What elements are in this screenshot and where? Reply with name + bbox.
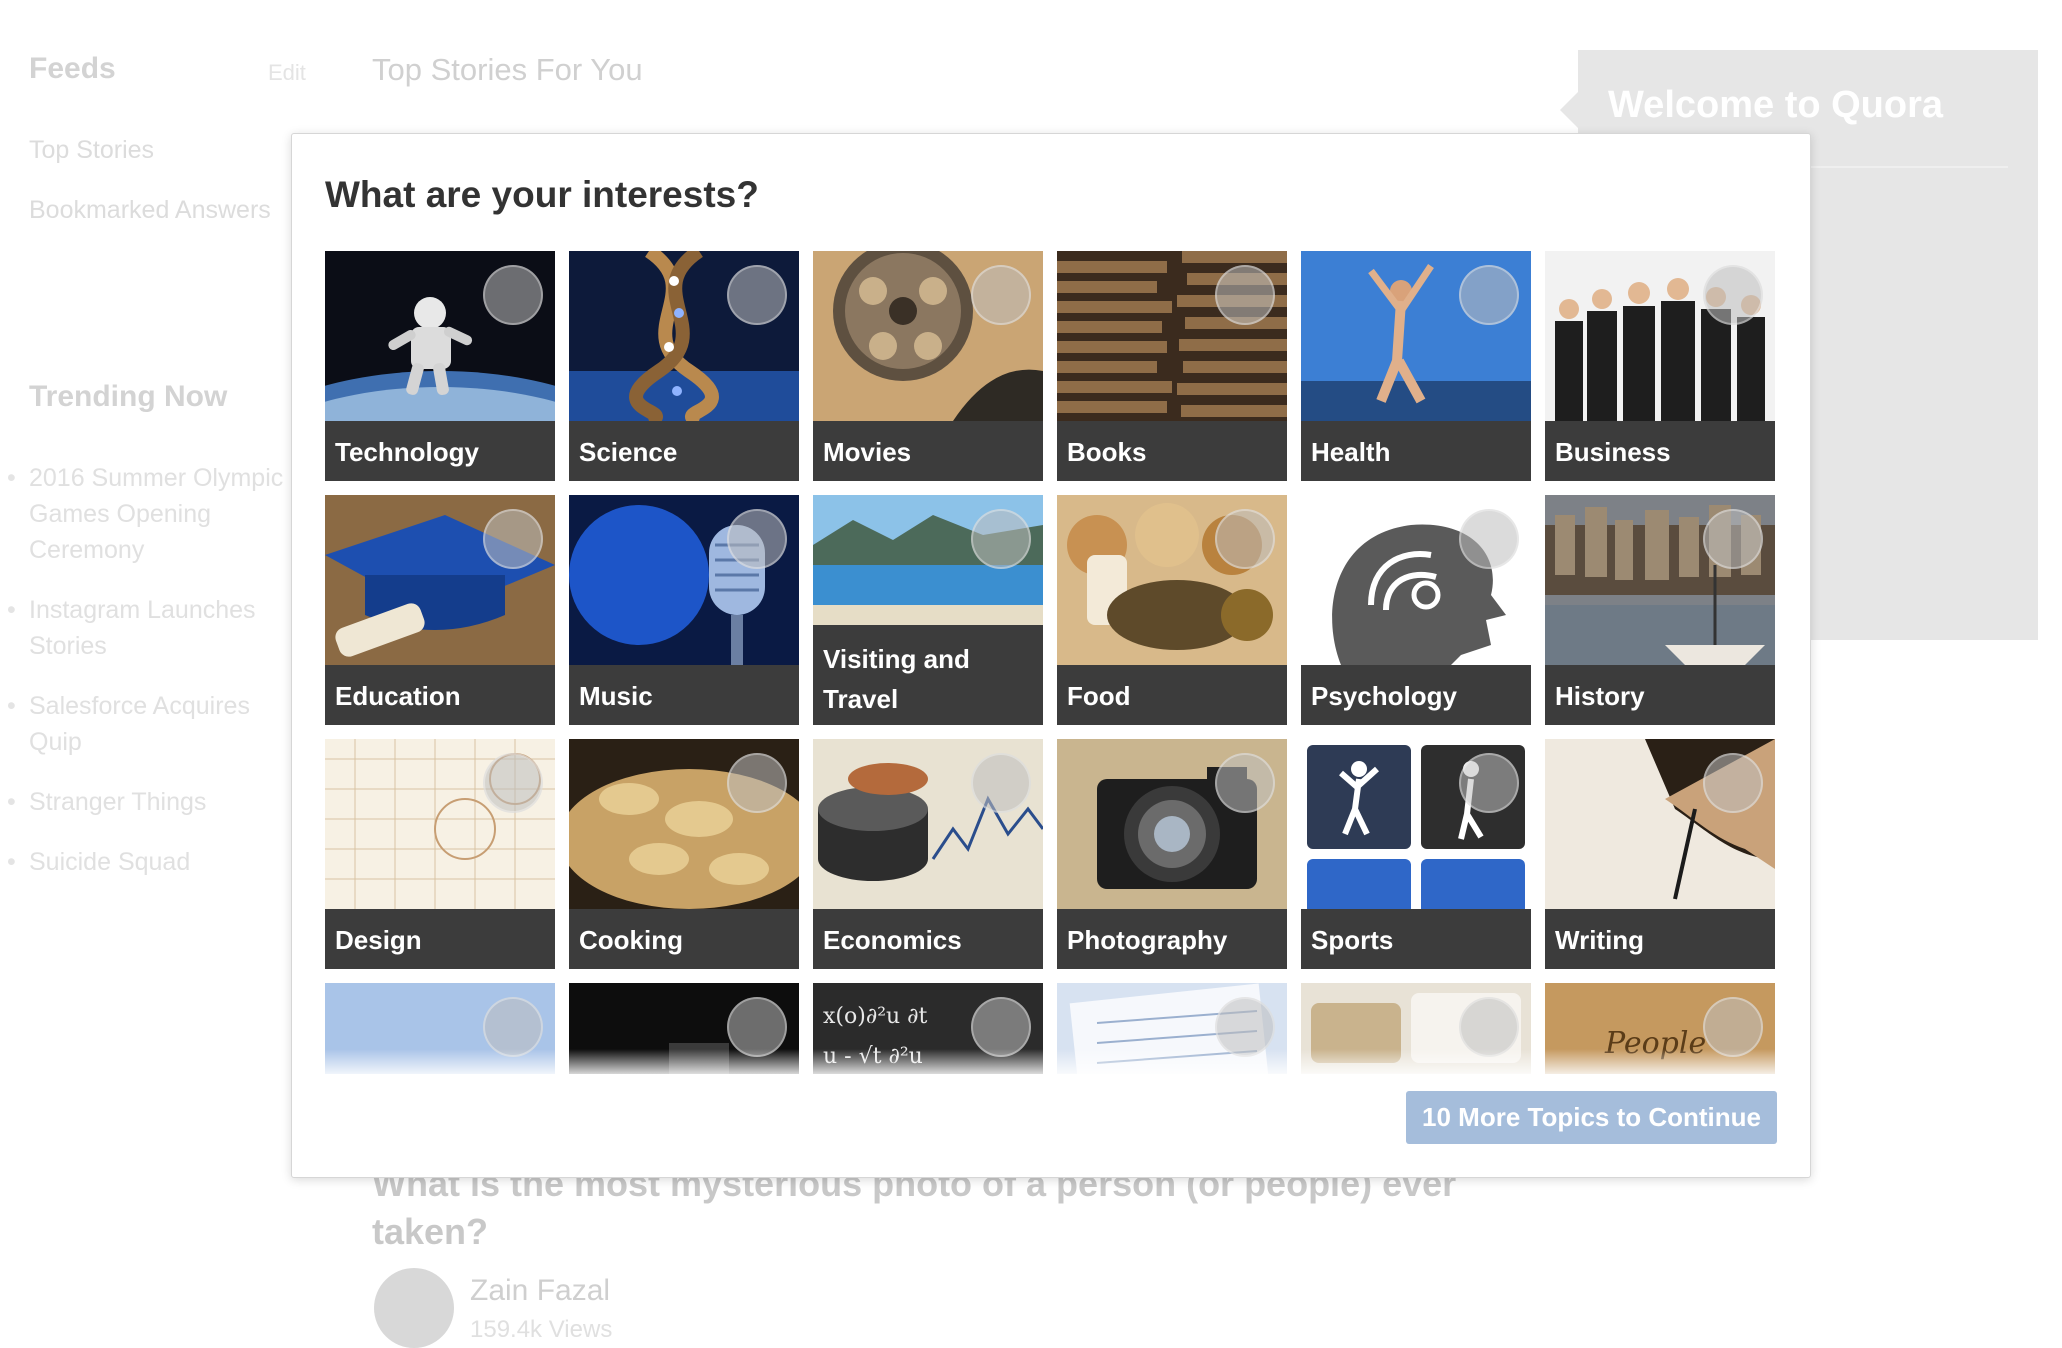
select-circle-icon[interactable] [1459,265,1519,325]
topic-label: Writing [1545,909,1775,969]
topic-tile-psychology[interactable]: Psychology [1301,495,1531,725]
topic-tile-food[interactable]: Food [1057,495,1287,725]
select-circle-icon[interactable] [1459,509,1519,569]
topic-label: Photography [1057,909,1287,969]
topic-label: Cooking [569,909,799,969]
select-circle-icon[interactable] [1703,997,1763,1057]
trending-item[interactable]: 2016 Summer Olympic Games Opening Ceremo… [7,460,299,568]
page-title: Top Stories For You [372,52,643,87]
welcome-pointer [1560,90,1580,130]
select-circle-icon[interactable] [1215,753,1275,813]
topic-tile-design[interactable]: Design [325,739,555,969]
feeds-title: Feeds [29,52,116,85]
topic-tile-health[interactable]: Health [1301,251,1531,481]
topic-label: Food [1057,665,1287,725]
topic-tile-books[interactable]: Books [1057,251,1287,481]
topic-label: Music [569,665,799,725]
select-circle-icon[interactable] [483,753,543,813]
topic-tile-music[interactable]: Music [569,495,799,725]
topic-label: Movies [813,421,1043,481]
select-circle-icon[interactable] [1215,265,1275,325]
topic-label: Economics [813,909,1043,969]
topic-label: Health [1301,421,1531,481]
feed-link-bookmarked[interactable]: Bookmarked Answers [29,196,271,225]
topic-tile-technology[interactable]: Technology [325,251,555,481]
topic-tile-business[interactable]: Business [1545,251,1775,481]
grid-fade [325,1049,1775,1079]
select-circle-icon[interactable] [971,265,1031,325]
feeds-edit-link[interactable]: Edit [268,60,306,86]
topic-tile-photography[interactable]: Photography [1057,739,1287,969]
topics-grid: Technology Science Movies Books Health Busine… [325,251,1775,1074]
topic-tile-education[interactable]: Education [325,495,555,725]
topic-tile-history[interactable]: History [1545,495,1775,725]
select-circle-icon[interactable] [971,509,1031,569]
svg-text:x(o)∂²u ∂t: x(o)∂²u ∂t [823,1004,928,1029]
select-circle-icon[interactable] [1215,509,1275,569]
author-name[interactable]: Zain Fazal [470,1274,610,1308]
view-count: 159.4k Views [470,1316,613,1343]
select-circle-icon[interactable] [727,509,787,569]
topic-label: Psychology [1301,665,1531,725]
select-circle-icon[interactable] [1703,265,1763,325]
topic-tile-economics[interactable]: Economics [813,739,1043,969]
topic-label: Visiting and Travel [813,625,1043,725]
topic-label: Books [1057,421,1287,481]
select-circle-icon[interactable] [727,997,787,1057]
continue-button[interactable]: 10 More Topics to Continue [1406,1091,1777,1144]
topic-tile-movies[interactable]: Movies [813,251,1043,481]
trending-item[interactable]: Salesforce Acquires Quip [7,688,299,760]
select-circle-icon[interactable] [727,265,787,325]
topic-label: History [1545,665,1775,725]
select-circle-icon[interactable] [483,265,543,325]
topic-tile-sports[interactable]: Sports [1301,739,1531,969]
select-circle-icon[interactable] [971,997,1031,1057]
select-circle-icon[interactable] [971,753,1031,813]
feed-link-top-stories[interactable]: Top Stories [29,136,154,165]
topic-label: Sports [1301,909,1531,969]
select-circle-icon[interactable] [727,753,787,813]
interests-modal: What are your interests? Technology Scien… [291,133,1811,1178]
topic-label: Design [325,909,555,969]
topic-label: Business [1545,421,1775,481]
topics-grid-scroll[interactable]: Technology Science Movies Books Health Busine… [325,251,1775,1074]
select-circle-icon[interactable] [483,509,543,569]
trending-item[interactable]: Suicide Squad [7,844,299,880]
select-circle-icon[interactable] [1703,509,1763,569]
avatar[interactable] [374,1268,454,1348]
trending-title: Trending Now [29,380,228,413]
select-circle-icon[interactable] [483,997,543,1057]
topic-tile-visiting-and-travel[interactable]: Visiting and Travel [813,495,1043,725]
select-circle-icon[interactable] [1703,753,1763,813]
topic-label: Technology [325,421,555,481]
topic-label: Education [325,665,555,725]
welcome-title: Welcome to Quora [1608,84,1944,126]
select-circle-icon[interactable] [1215,997,1275,1057]
select-circle-icon[interactable] [1459,753,1519,813]
topic-tile-science[interactable]: Science [569,251,799,481]
topic-label: Science [569,421,799,481]
modal-title: What are your interests? [325,174,759,215]
trending-item[interactable]: Stranger Things [7,784,299,820]
trending-item[interactable]: Instagram Launches Stories [7,592,299,664]
select-circle-icon[interactable] [1459,997,1519,1057]
topic-tile-writing[interactable]: Writing [1545,739,1775,969]
topic-tile-cooking[interactable]: Cooking [569,739,799,969]
